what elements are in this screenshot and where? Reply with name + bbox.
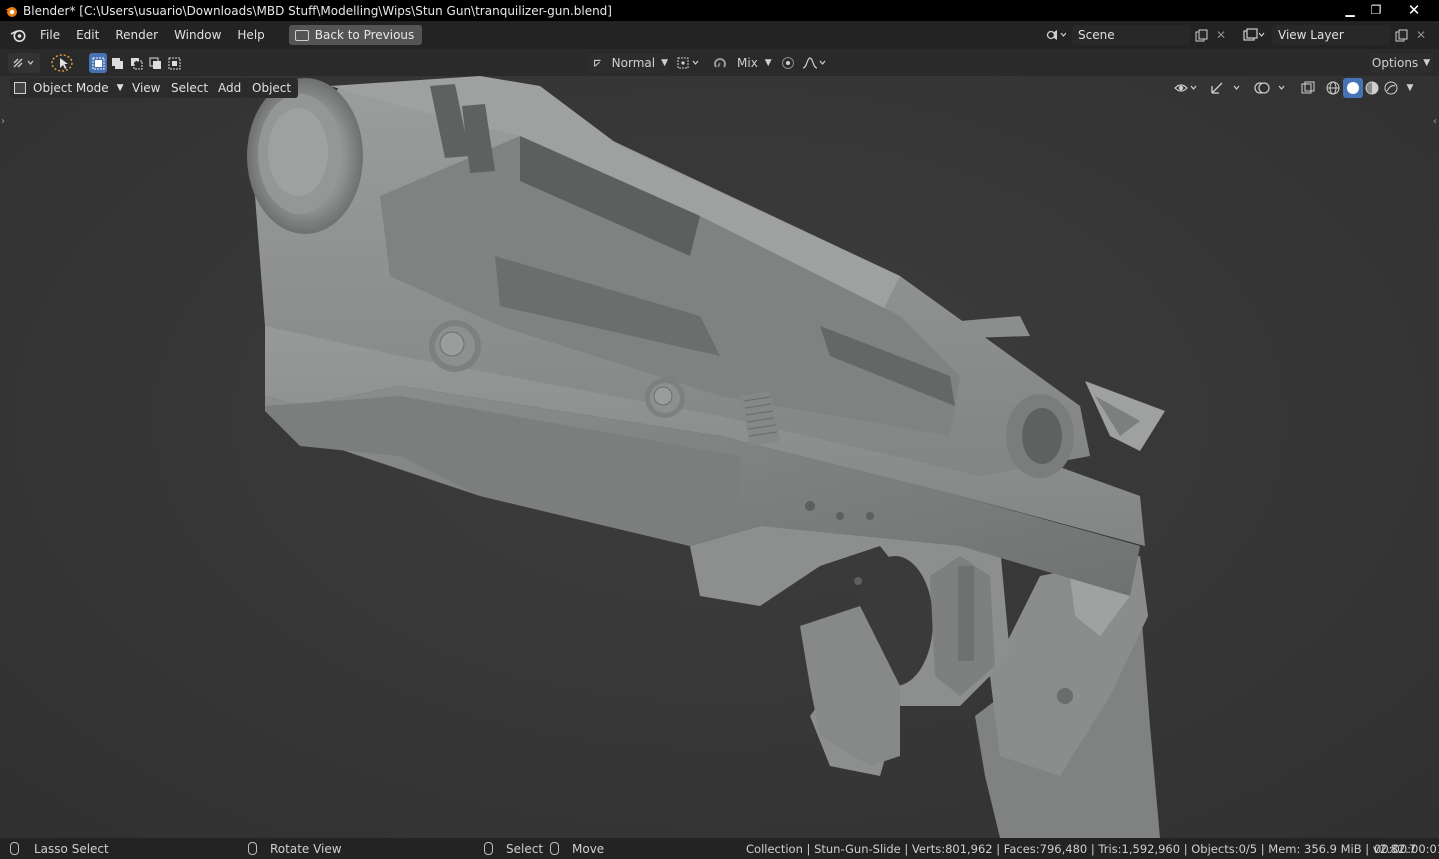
orientation-icon <box>594 59 601 67</box>
menu-file[interactable]: File <box>32 21 68 49</box>
gizmo-toggle-icon[interactable] <box>1208 78 1246 98</box>
window-title: Blender* [C:\Users\usuario\Downloads\MBD… <box>23 3 612 18</box>
chevron-down-icon: ▼ <box>116 83 124 93</box>
menu-edit[interactable]: Edit <box>68 21 107 49</box>
status-rotate-view: Rotate View <box>270 842 342 856</box>
options-dropdown[interactable]: Options ▼ <box>1370 53 1432 73</box>
view-layer-selector: View Layer ✕ <box>1242 24 1430 46</box>
select-extend-icon[interactable] <box>108 53 126 73</box>
overlays-toggle-icon[interactable] <box>1253 78 1291 98</box>
proportional-edit-icon[interactable] <box>778 53 798 73</box>
snap-mode-dropdown[interactable]: Mix ▼ <box>733 53 773 73</box>
3d-viewport[interactable]: Object Mode ▼ View Select Add Object ▼ ›… <box>0 76 1439 838</box>
top-menu-bar: File Edit Render Window Help Back to Pre… <box>0 21 1439 49</box>
snap-mode-label: Mix <box>737 56 758 70</box>
proportional-falloff-icon[interactable] <box>800 53 830 73</box>
object-mode-label: Object Mode <box>33 81 109 95</box>
viewport-menu-add[interactable]: Add <box>211 78 249 98</box>
blender-logo-icon <box>5 6 17 17</box>
status-move: Move <box>572 842 605 856</box>
viewport-menu-object[interactable]: Object <box>245 78 299 98</box>
status-select: Select <box>506 842 544 856</box>
scene-name-field[interactable]: Scene <box>1072 25 1190 45</box>
mouse-right-icon <box>550 842 559 855</box>
chevron-down-icon: ▼ <box>661 58 668 68</box>
view-layer-browse-icon[interactable] <box>1242 25 1266 45</box>
status-bar: Lasso Select Rotate View Select Move Col… <box>0 838 1439 859</box>
object-mode-dropdown[interactable]: Object Mode ▼ <box>10 78 130 98</box>
screen-icon <box>294 29 309 41</box>
visibility-icon[interactable] <box>1173 78 1203 98</box>
close-button[interactable]: ✕ <box>1389 0 1439 19</box>
select-box-mode-icon[interactable] <box>89 53 107 73</box>
select-intersect-icon[interactable] <box>165 53 183 73</box>
back-to-previous-button[interactable]: Back to Previous <box>288 25 423 45</box>
menu-window[interactable]: Window <box>166 21 229 49</box>
scene-new-icon[interactable] <box>1190 25 1212 45</box>
pivot-point-icon[interactable] <box>674 53 706 73</box>
options-label: Options <box>1371 56 1419 70</box>
status-timecode: 00:00:00:01 <box>1374 842 1439 856</box>
tool-header: Normal ▼ Mix ▼ Options ▼ <box>0 49 1439 76</box>
chevron-down-icon: ▼ <box>1423 58 1431 68</box>
chevron-down-icon: ▼ <box>764 58 772 68</box>
snap-toggle-icon[interactable] <box>709 53 731 73</box>
shading-options-chevron-icon[interactable]: ▼ <box>1402 78 1418 98</box>
viewport-menu-view[interactable]: View <box>125 78 168 98</box>
select-invert-icon[interactable] <box>146 53 164 73</box>
scene-browse-icon[interactable] <box>1044 25 1068 45</box>
mouse-left-icon <box>10 842 19 855</box>
shading-material-icon[interactable] <box>1363 78 1381 98</box>
viewport-menu-select[interactable]: Select <box>164 78 216 98</box>
window-title-bar: Blender* [C:\Users\usuario\Downloads\MBD… <box>0 0 1439 21</box>
shading-rendered-icon[interactable] <box>1382 78 1400 98</box>
scene-selector: Scene ✕ <box>1044 24 1230 46</box>
transform-orientation-dropdown[interactable]: Normal ▼ <box>588 53 668 73</box>
shading-solid-icon[interactable] <box>1343 78 1363 98</box>
editor-type-icon[interactable] <box>8 53 40 73</box>
status-scene-stats: Collection | Stun-Gun-Slide | Verts:801,… <box>746 842 1417 856</box>
menu-render[interactable]: Render <box>107 21 166 49</box>
xray-toggle-icon[interactable] <box>1298 78 1318 98</box>
maximize-button[interactable]: ❐ <box>1363 0 1389 19</box>
object-mode-icon <box>14 82 26 94</box>
gun-model <box>247 76 1165 838</box>
blender-menu-icon[interactable] <box>4 21 32 49</box>
sidebar-expand-icon[interactable]: ‹ <box>1433 116 1437 127</box>
viewport-header: Object Mode ▼ View Select Add Object ▼ <box>0 76 1439 100</box>
shading-wireframe-icon[interactable] <box>1324 78 1342 98</box>
select-tool-icon[interactable] <box>48 53 76 73</box>
toolbar-expand-icon[interactable]: › <box>1 116 5 127</box>
mouse-middle-icon <box>248 842 257 855</box>
mouse-left-icon <box>484 842 493 855</box>
select-subtract-icon[interactable] <box>127 53 145 73</box>
status-lasso-select: Lasso Select <box>34 842 109 856</box>
view-layer-new-icon[interactable] <box>1390 25 1412 45</box>
menu-help[interactable]: Help <box>229 21 272 49</box>
orientation-label: Normal <box>611 56 656 70</box>
back-to-previous-label: Back to Previous <box>314 28 415 42</box>
minimize-button[interactable]: ▁ <box>1337 0 1363 19</box>
scene-delete-icon[interactable]: ✕ <box>1212 25 1230 45</box>
view-layer-delete-icon[interactable]: ✕ <box>1412 25 1430 45</box>
view-layer-name-field[interactable]: View Layer <box>1272 25 1390 45</box>
